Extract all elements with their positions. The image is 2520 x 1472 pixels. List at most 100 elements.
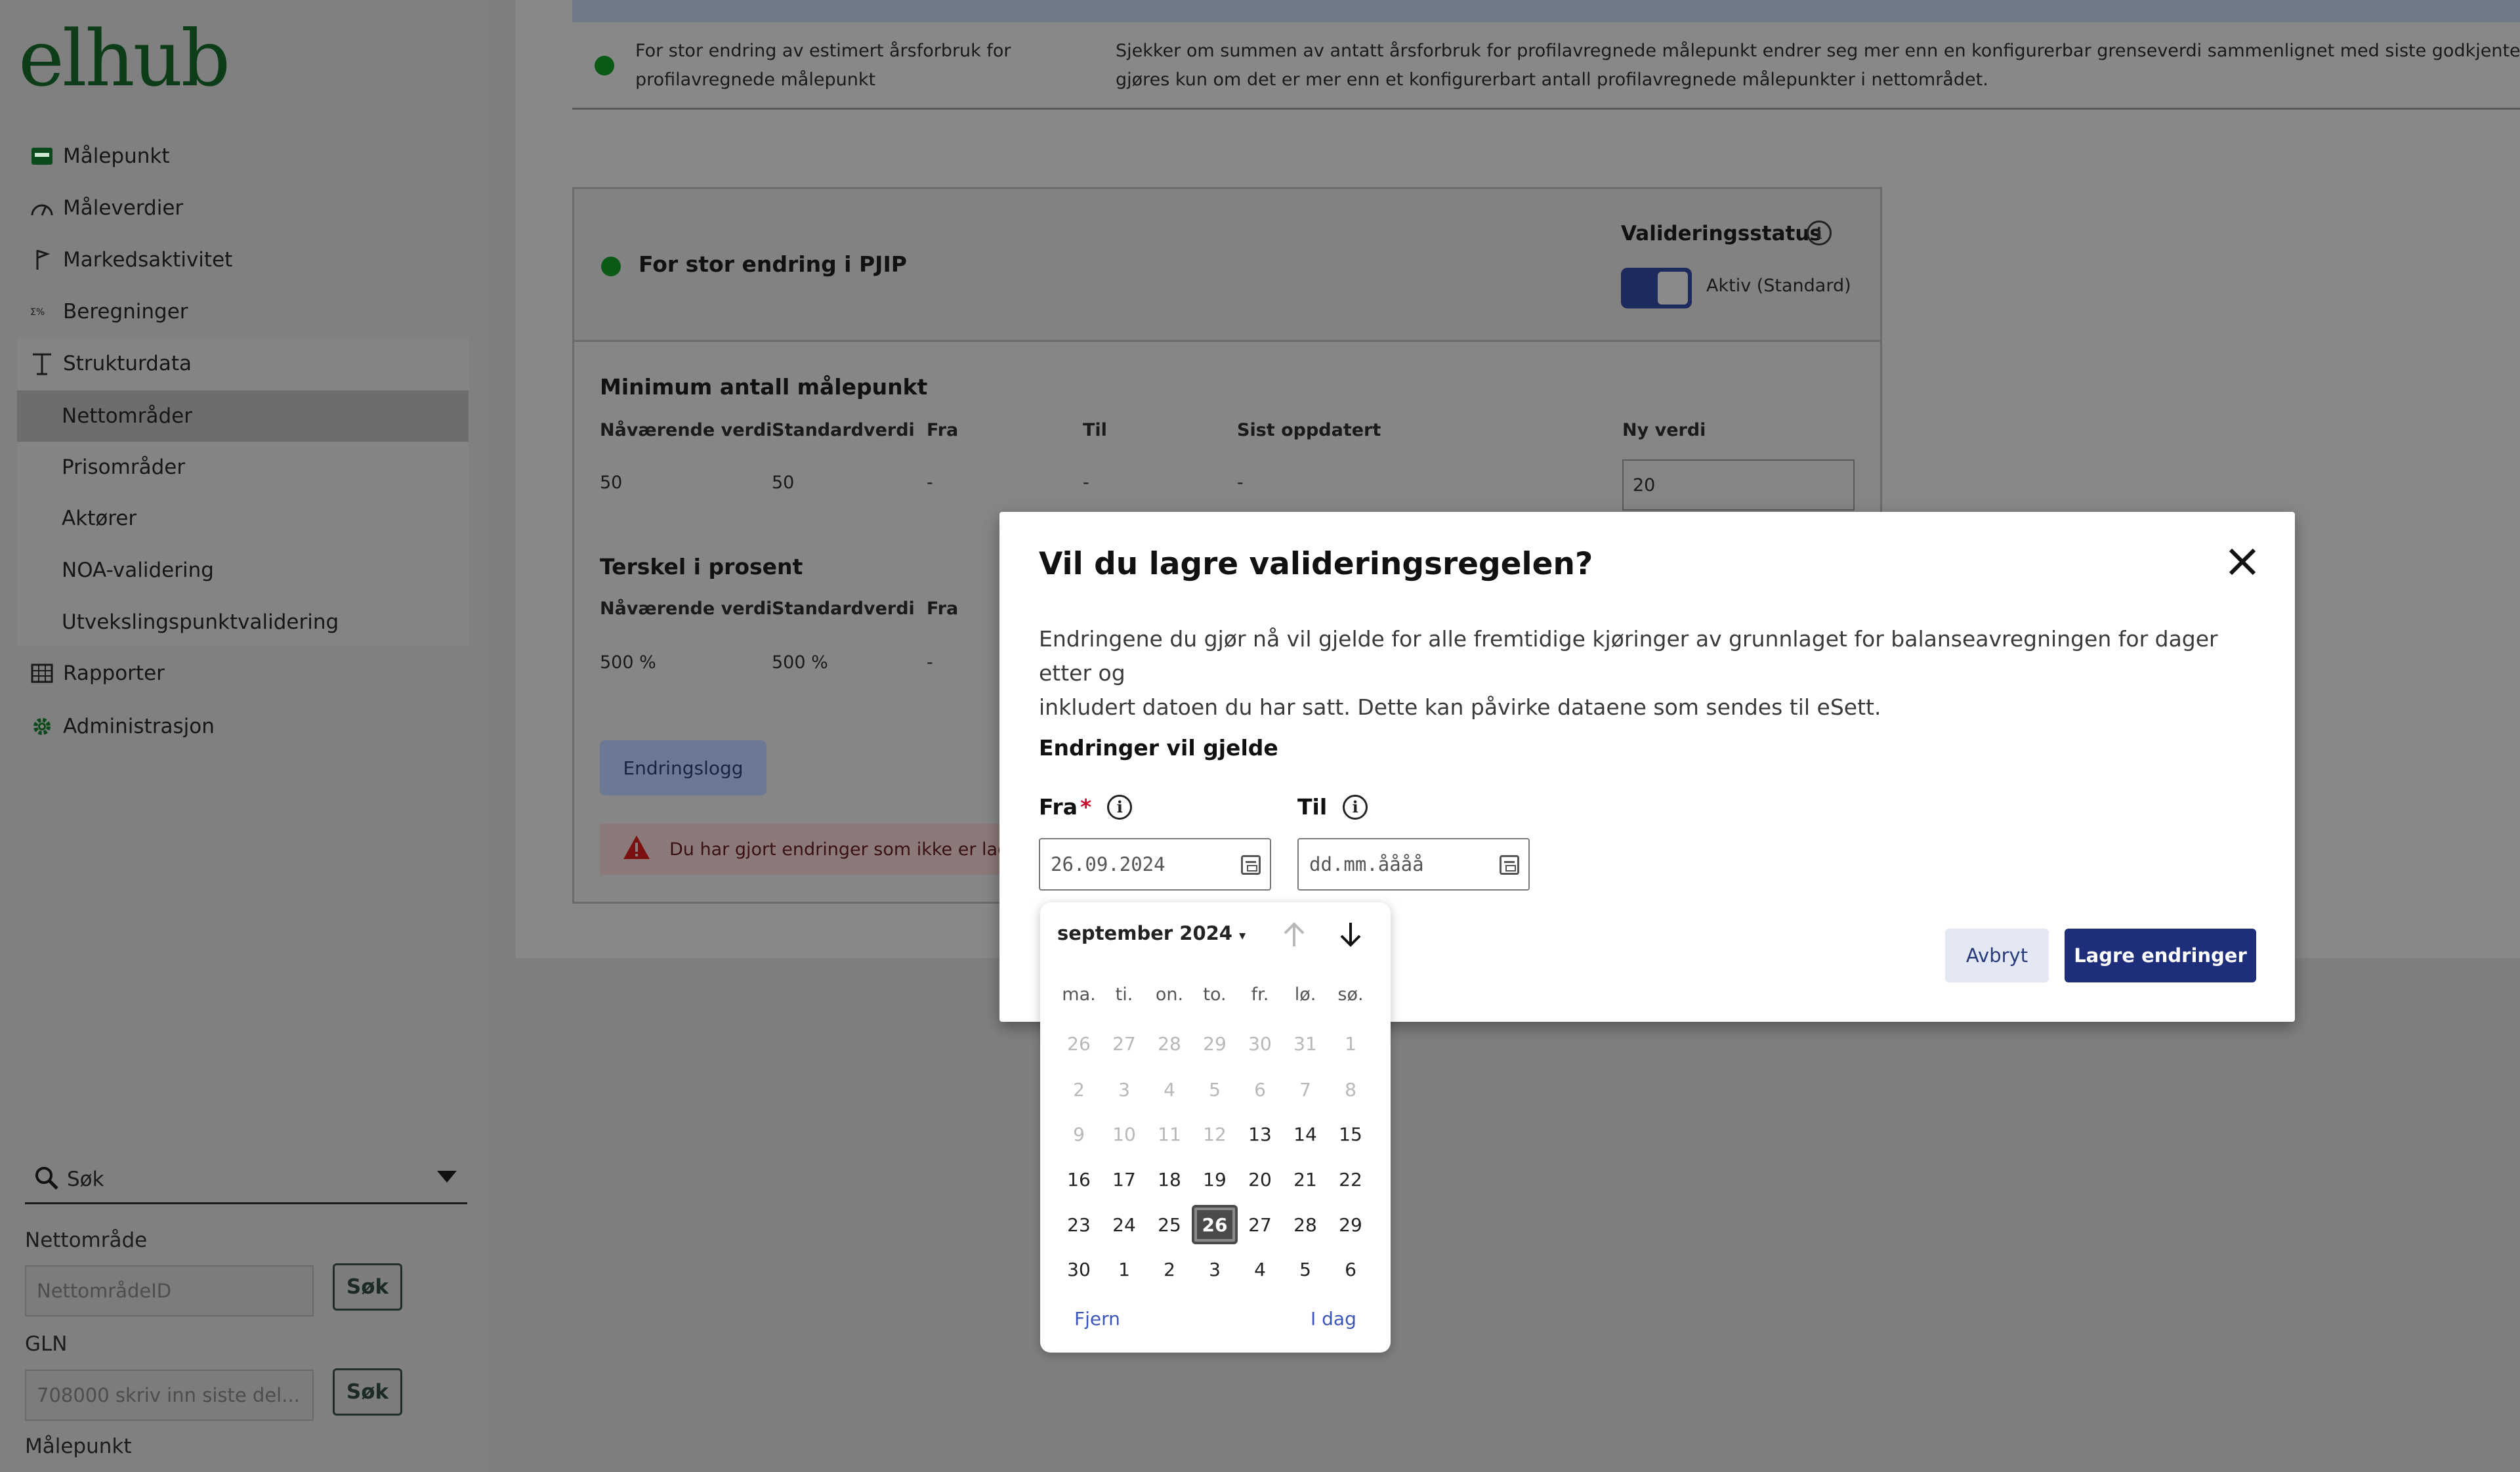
weekday-label: sø. (1337, 984, 1364, 1005)
calendar-icon[interactable] (1241, 855, 1261, 875)
chevron-down-icon (436, 1169, 458, 1187)
calendar-day[interactable]: 19 (1192, 1160, 1238, 1199)
sidebar-subitem-utvekslingspunktvalidering[interactable]: Utvekslingspunktvalidering (0, 597, 486, 648)
rule-card-title: For stor endring i PJIP (639, 251, 907, 277)
table-header-bar (572, 0, 2520, 22)
nettomrade-search-button[interactable]: Søk (333, 1263, 402, 1311)
sidebar-subitem-aktorer[interactable]: Aktører (0, 493, 486, 544)
calendar-day[interactable]: 2 (1146, 1250, 1192, 1289)
calendar-day: 2 (1073, 1078, 1085, 1101)
to-field-label: Til i (1297, 794, 1368, 820)
to-date-input[interactable]: dd.mm.åååå (1297, 838, 1530, 891)
gln-input[interactable]: 708000 skriv inn siste del... (25, 1370, 314, 1421)
sidebar-subitem-noa-validering[interactable]: NOA-validering (0, 545, 486, 596)
calendar-day: 30 (1248, 1032, 1272, 1055)
from-date-value: 26.09.2024 (1051, 853, 1166, 875)
info-icon[interactable]: i (1807, 221, 1832, 245)
rule-title-line2: profilavregnede målepunkt (635, 70, 876, 90)
sidebar-subitem-label: Prisområder (62, 455, 186, 479)
validation-status-label: Valideringsstatus (1621, 222, 1822, 245)
cell-value: - (927, 473, 933, 493)
warning-icon (622, 834, 651, 865)
sidebar-item-administrasjon[interactable]: Administrasjon (0, 701, 486, 752)
weekday-label: ti. (1115, 984, 1133, 1005)
calendar-day: 4 (1164, 1078, 1175, 1101)
table-icon (29, 660, 55, 686)
sidebar-item-label: Strukturdata (63, 352, 192, 375)
calendar-day[interactable]: 17 (1101, 1160, 1147, 1199)
change-log-button[interactable]: Endringslogg (600, 740, 766, 795)
today-link[interactable]: I dag (1311, 1308, 1356, 1330)
nettomrade-input[interactable]: NettområdeID (25, 1265, 314, 1316)
calendar-day[interactable]: 13 (1237, 1114, 1283, 1154)
sidebar-item-beregninger[interactable]: Σ% Beregninger (0, 286, 486, 337)
sidebar-subitem-nettomrader[interactable]: Nettområder (0, 390, 486, 442)
calendar-day[interactable]: 20 (1237, 1160, 1283, 1199)
sidebar-item-maleverdier[interactable]: Måleverdier (0, 182, 486, 234)
sidebar-item-rapporter[interactable]: Rapporter (0, 648, 486, 699)
calendar-day[interactable]: 30 (1056, 1250, 1102, 1289)
sidebar-item-label: Målepunkt (63, 144, 170, 168)
column-header: Nåværende verdi (600, 599, 772, 619)
sidebar-item-strukturdata[interactable]: Strukturdata (0, 338, 486, 389)
calendar-icon[interactable] (1500, 855, 1519, 875)
calendar-day[interactable]: 15 (1328, 1114, 1374, 1154)
calendar-day: 29 (1203, 1032, 1227, 1055)
weekday-label: fr. (1251, 984, 1269, 1005)
close-icon[interactable] (2226, 543, 2259, 580)
cancel-button[interactable]: Avbryt (1945, 929, 2049, 982)
column-header: Standardverdi (772, 599, 915, 619)
calendar-day[interactable]: 25 (1146, 1205, 1192, 1244)
sidebar-item-markedsaktivitet[interactable]: Markedsaktivitet (0, 234, 486, 285)
calendar-day[interactable]: 3 (1192, 1250, 1238, 1289)
info-icon[interactable]: i (1343, 794, 1368, 820)
calendar-day[interactable]: 1 (1101, 1250, 1147, 1289)
calendar-day[interactable]: 28 (1282, 1205, 1328, 1244)
rule-row[interactable]: For stor endring av estimert årsforbruk … (572, 26, 2520, 110)
new-value-input[interactable]: 20 (1622, 459, 1855, 511)
column-header: Fra (927, 420, 959, 440)
save-button[interactable]: Lagre endringer (2065, 929, 2256, 982)
sidebar-subitem-label: Nettområder (62, 404, 192, 428)
calendar-day[interactable]: 21 (1282, 1160, 1328, 1199)
calendar-day[interactable]: 14 (1282, 1114, 1328, 1154)
month-selector[interactable]: september 2024 ▾ (1057, 922, 1246, 944)
calendar-day[interactable]: 6 (1328, 1250, 1374, 1289)
calendar-day: 26 (1067, 1032, 1091, 1055)
selected-day[interactable]: 26 (1192, 1205, 1238, 1244)
calendar-day: 12 (1203, 1123, 1227, 1145)
sidebar-subitem-prisomrader[interactable]: Prisområder (0, 442, 486, 493)
cell-value: - (927, 652, 933, 673)
column-header: Ny verdi (1622, 420, 1706, 440)
info-icon[interactable]: i (1107, 794, 1133, 820)
status-dot (601, 257, 621, 276)
elhub-logo[interactable]: elhub (18, 13, 230, 104)
weekday-label: to. (1203, 984, 1227, 1005)
column-header: Standardverdi (772, 420, 915, 440)
section-title: Terskel i prosent (600, 554, 803, 579)
calendar-day: 5 (1209, 1078, 1221, 1101)
warning-text: Du har gjort endringer som ikke er lag (669, 839, 1009, 860)
sidebar-item-malepunkt[interactable]: Målepunkt (0, 131, 486, 182)
calendar-day[interactable]: 29 (1328, 1205, 1374, 1244)
unsaved-warning: Du har gjort endringer som ikke er lag (600, 824, 1059, 875)
previous-month-icon[interactable] (1281, 920, 1307, 952)
calendar-day[interactable]: 22 (1328, 1160, 1374, 1199)
calendar-day[interactable]: 24 (1101, 1205, 1147, 1244)
gln-search-button[interactable]: Søk (333, 1368, 402, 1416)
calendar-day[interactable]: 5 (1282, 1250, 1328, 1289)
calc-icon: Σ% (29, 299, 55, 325)
from-date-input[interactable]: 26.09.2024 (1039, 838, 1271, 891)
calendar-day[interactable]: 4 (1237, 1250, 1283, 1289)
nettomrade-label: Nettområde (25, 1229, 148, 1252)
sidebar-subitem-label: NOA-validering (62, 558, 214, 582)
calendar-day[interactable]: 18 (1146, 1160, 1192, 1199)
clear-date-link[interactable]: Fjern (1074, 1308, 1120, 1330)
calendar-day[interactable]: 16 (1056, 1160, 1102, 1199)
calendar-day: 10 (1112, 1123, 1136, 1145)
calendar-day[interactable]: 23 (1056, 1205, 1102, 1244)
search-toggle[interactable]: Søk (25, 1156, 467, 1204)
calendar-day[interactable]: 27 (1237, 1205, 1283, 1244)
next-month-icon[interactable] (1337, 920, 1364, 952)
sidebar-subitem-label: Utvekslingspunktvalidering (62, 610, 339, 634)
